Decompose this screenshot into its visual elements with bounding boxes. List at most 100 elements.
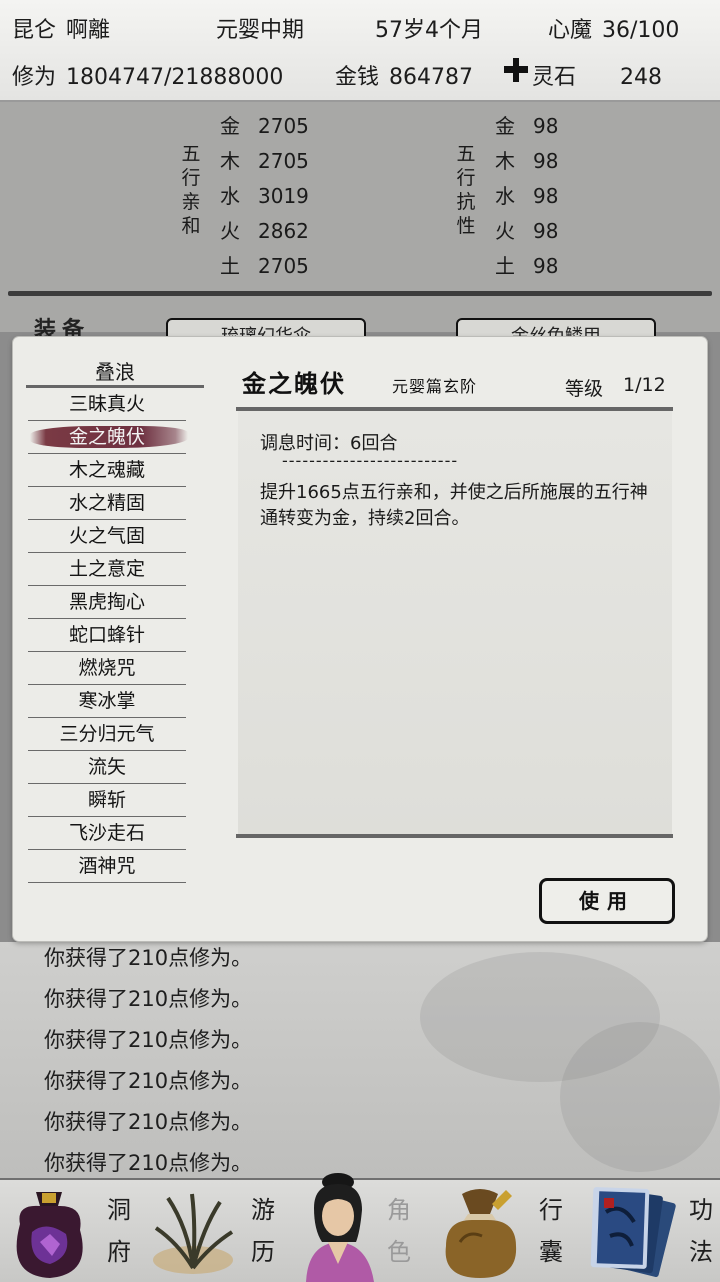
resist-value: 98: [533, 254, 559, 278]
resist-value: 98: [533, 114, 559, 138]
affinity-value: 3019: [258, 184, 309, 208]
affinity-row: 木 2705: [220, 145, 309, 174]
skill-item[interactable]: 三昧真火: [28, 388, 186, 421]
resist-row: 水 98: [495, 180, 558, 209]
skill-item-label: 火之气固: [68, 525, 145, 547]
log-line: 你获得了210点修为。: [44, 1069, 253, 1093]
nav-label-top: 功: [689, 1196, 713, 1224]
books-icon: [590, 1187, 676, 1278]
spirit-stone-value: 248: [620, 65, 663, 90]
skill-name: 金之魄伏: [242, 369, 346, 398]
nav-label-top: 游: [251, 1196, 275, 1224]
skill-item-label: 木之魂藏: [68, 459, 145, 481]
skill-item[interactable]: 寒冰掌: [28, 685, 186, 718]
nav-label-bottom: 色: [387, 1238, 411, 1266]
element-label: 水: [495, 184, 515, 208]
nav-label-bottom: 法: [689, 1238, 713, 1266]
affinity-row: 火 2862: [220, 215, 309, 244]
nav-label-bottom: 囊: [539, 1238, 563, 1266]
sect-name: 昆仑: [12, 18, 57, 43]
affinity-value: 2705: [258, 254, 309, 278]
skill-item[interactable]: 水之精固: [28, 487, 186, 520]
log-line: 你获得了210点修为。: [44, 1028, 253, 1052]
element-label: 土: [220, 254, 240, 278]
element-label: 木: [495, 149, 515, 173]
skill-item[interactable]: 木之魂藏: [28, 454, 186, 487]
resist-label: 五行抗性: [455, 142, 477, 238]
age-text: 57岁4个月: [375, 18, 483, 43]
skill-item-label: 三昧真火: [68, 393, 145, 415]
bag-icon: [445, 1189, 517, 1278]
skill-item[interactable]: 火之气固: [28, 520, 186, 553]
skill-item[interactable]: 黑虎掏心: [28, 586, 186, 619]
nav-label-bottom: 府: [107, 1238, 131, 1266]
cultivation-value: 1804747/21888000: [66, 65, 284, 90]
element-label: 水: [220, 184, 240, 208]
player-name: 昆仑 啊離: [12, 12, 110, 44]
element-label: 火: [495, 219, 515, 243]
skill-item[interactable]: 土之意定: [28, 553, 186, 586]
treasure-pouch-icon: [16, 1192, 83, 1278]
spirit-stone: 灵石 248: [532, 59, 662, 91]
skill-item[interactable]: 酒神咒: [28, 850, 186, 883]
ink-wash-decoration: [560, 1022, 720, 1172]
affinity-value: 2862: [258, 219, 309, 243]
spirit-stone-icon: [504, 58, 528, 82]
skill-item-label: 蛇口蜂针: [68, 624, 145, 646]
skill-item-label: 土之意定: [68, 558, 145, 580]
resist-value: 98: [533, 219, 559, 243]
skill-item-label: 寒冰掌: [78, 690, 136, 712]
nav-label-top: 洞: [107, 1196, 131, 1224]
affinity-row: 金 2705: [220, 110, 309, 139]
nav-label-top: 角: [387, 1196, 411, 1224]
separator-line: --------------------------: [282, 451, 459, 470]
nav-inventory[interactable]: 行 囊: [432, 1180, 576, 1282]
heart-demon: 心魔 36/100: [548, 12, 679, 44]
skill-level: 1/12: [623, 374, 666, 396]
skill-list-title[interactable]: 叠浪: [26, 356, 204, 385]
log-line: 你获得了210点修为。: [44, 946, 253, 970]
skill-item[interactable]: 燃烧咒: [28, 652, 186, 685]
stats-panel: [0, 102, 720, 332]
character-portrait-icon: [306, 1173, 374, 1282]
skill-item[interactable]: 瞬斩: [28, 784, 186, 817]
realm-text: 元婴中期: [216, 18, 305, 43]
affinity-label: 五行亲和: [180, 142, 202, 238]
resist-value: 98: [533, 184, 559, 208]
affinity-value: 2705: [258, 149, 309, 173]
money: 金钱 864787: [335, 59, 473, 91]
skill-item-selected[interactable]: 金之魄伏: [28, 421, 188, 454]
heart-demon-value: 36/100: [602, 18, 680, 43]
skill-item-label: 燃烧咒: [78, 657, 136, 679]
skill-effect: 提升1665点五行亲和，并使之后所施展的五行神通转变为金，持续2回合。: [260, 482, 648, 529]
skill-item[interactable]: 蛇口蜂针: [28, 619, 186, 652]
log-line: 你获得了210点修为。: [44, 987, 253, 1011]
skill-item-label: 飞沙走石: [68, 822, 145, 844]
element-label: 金: [220, 114, 240, 138]
nav-techniques[interactable]: 功 法: [576, 1180, 720, 1282]
heart-demon-label: 心魔: [548, 18, 593, 43]
skill-item-label: 三分归元气: [59, 723, 155, 745]
skill-item[interactable]: 三分归元气: [28, 718, 186, 751]
resist-value: 98: [533, 149, 559, 173]
skill-item[interactable]: 飞沙走石: [28, 817, 186, 850]
log-line: 你获得了210点修为。: [44, 1151, 253, 1175]
element-label: 金: [495, 114, 515, 138]
divider: [8, 291, 712, 296]
spirit-stone-label: 灵石: [532, 65, 577, 90]
resist-row: 金 98: [495, 110, 558, 139]
resist-row: 木 98: [495, 145, 558, 174]
log-line: 你获得了210点修为。: [44, 1110, 253, 1134]
nav-travel[interactable]: 游 历: [144, 1180, 288, 1282]
resist-row: 土 98: [495, 250, 558, 279]
skill-level-label: 等级: [565, 378, 604, 400]
use-button[interactable]: 使用: [539, 878, 675, 924]
nav-character[interactable]: 角 色: [288, 1173, 432, 1282]
nav-cave-dwelling[interactable]: 洞 府: [0, 1180, 144, 1282]
character-name: 啊離: [66, 18, 111, 43]
affinity-row: 水 3019: [220, 180, 309, 209]
skill-item[interactable]: 流矢: [28, 751, 186, 784]
message-log: [0, 942, 720, 1178]
skill-rank: 元婴篇玄阶: [392, 377, 478, 396]
money-label: 金钱: [335, 65, 380, 90]
